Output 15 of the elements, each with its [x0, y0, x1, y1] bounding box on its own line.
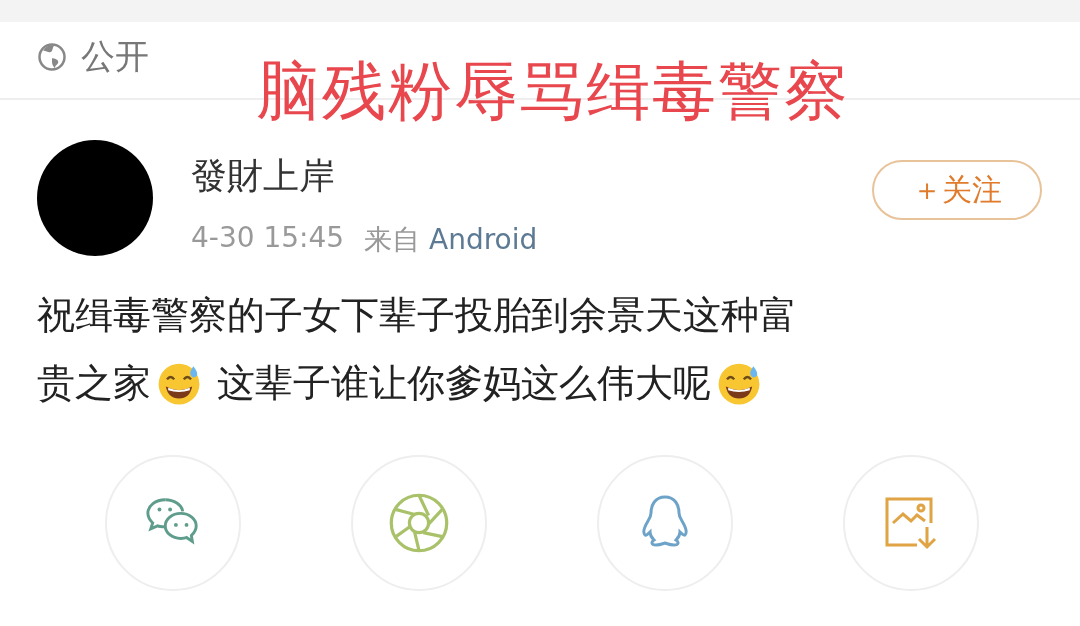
post-text: 这辈子谁让你爹妈这么伟大呢	[217, 360, 711, 407]
visibility-label[interactable]: 公开	[81, 34, 149, 80]
share-button[interactable]	[597, 455, 733, 591]
follow-button[interactable]: ＋关注	[872, 160, 1042, 220]
caption-text: 脑残粉辱骂缉毒警察	[256, 53, 850, 130]
share-button[interactable]	[351, 455, 487, 591]
share-button[interactable]	[105, 455, 241, 591]
post-text: 祝缉毒警察的子女下辈子投胎到余景天这种富	[37, 292, 797, 339]
post-time: 4-30 15:45	[191, 221, 345, 256]
share-button[interactable]	[843, 455, 979, 591]
shutter-icon	[387, 491, 451, 555]
globe-icon	[37, 42, 67, 72]
post-text: 贵之家	[37, 360, 151, 407]
post-source: 来自 Android	[364, 222, 538, 258]
author-name[interactable]: 發財上岸	[191, 152, 538, 201]
